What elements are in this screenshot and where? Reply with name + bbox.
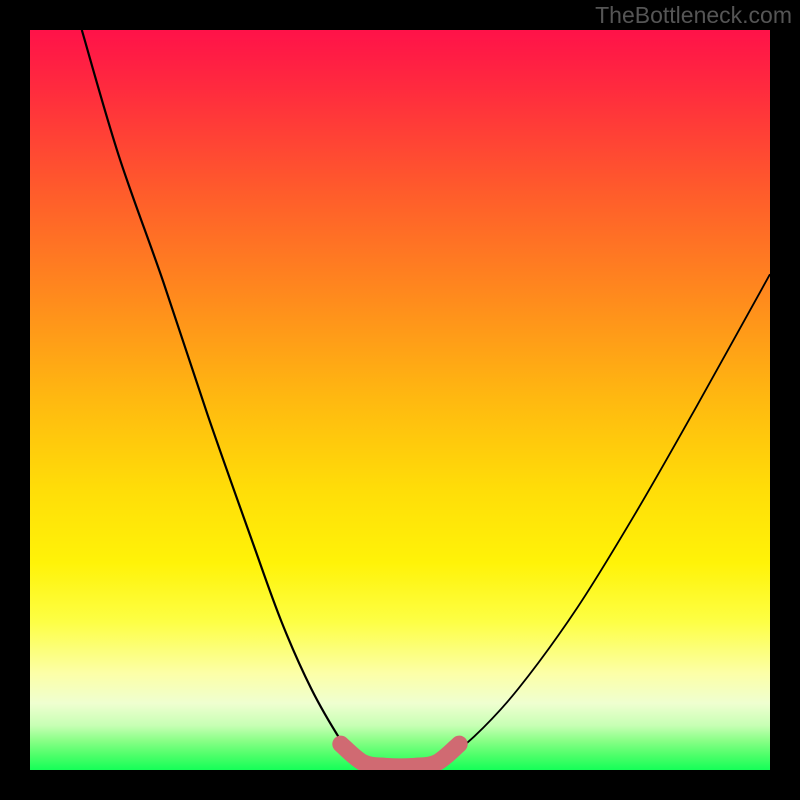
curve-layer	[30, 30, 770, 770]
right-curve	[430, 274, 770, 766]
chart-frame: TheBottleneck.com	[0, 0, 800, 800]
bottom-highlight	[341, 744, 459, 767]
watermark-text: TheBottleneck.com	[595, 2, 792, 29]
left-curve	[82, 30, 371, 766]
plot-area	[30, 30, 770, 770]
